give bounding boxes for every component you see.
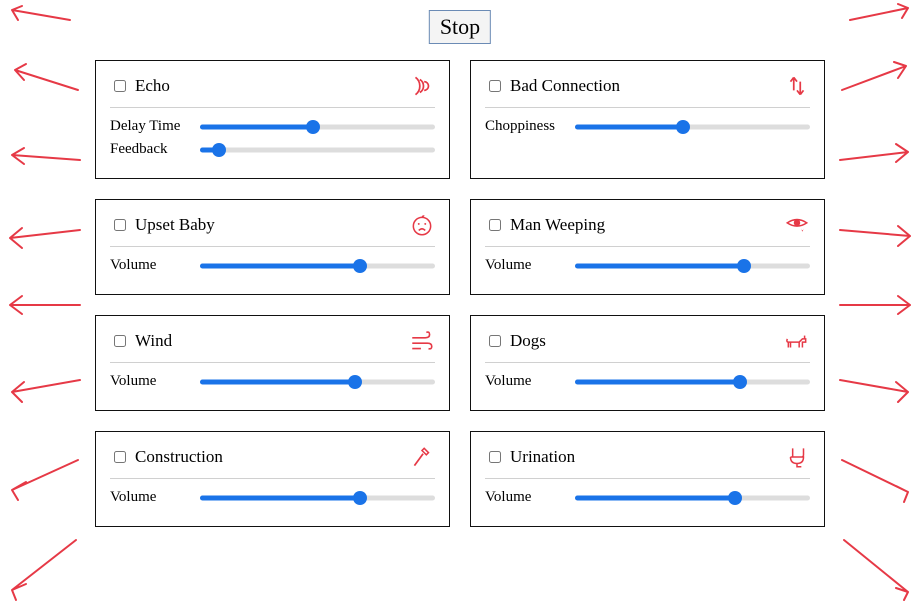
card-title-wrap[interactable]: Bad Connection: [485, 76, 620, 96]
enable-checkbox[interactable]: [114, 80, 126, 92]
slider[interactable]: [575, 374, 810, 390]
slider[interactable]: [200, 490, 435, 506]
card-title: Wind: [135, 331, 172, 351]
slider-row: Volume: [485, 257, 810, 274]
slider[interactable]: [200, 142, 435, 158]
slider-thumb[interactable]: [306, 120, 320, 134]
slider-fill: [575, 124, 683, 129]
upset-baby-icon: [409, 212, 435, 238]
enable-checkbox[interactable]: [489, 451, 501, 463]
card-title: Construction: [135, 447, 223, 467]
card-title: Man Weeping: [510, 215, 605, 235]
slider-row: Volume: [110, 257, 435, 274]
slider-thumb[interactable]: [353, 259, 367, 273]
card-title: Echo: [135, 76, 170, 96]
effect-card: Wind Volume: [95, 315, 450, 411]
slider-row: Volume: [485, 373, 810, 390]
effects-grid: Echo Delay Time Feedback Bad Connection Chop…: [95, 60, 825, 527]
enable-checkbox[interactable]: [114, 451, 126, 463]
decorative-arrows-right: [830, 0, 920, 613]
effect-card: Bad Connection Choppiness: [470, 60, 825, 179]
echo-icon: [409, 73, 435, 99]
enable-checkbox[interactable]: [489, 80, 501, 92]
stop-button[interactable]: Stop: [429, 10, 491, 44]
slider[interactable]: [575, 119, 810, 135]
slider-label: Volume: [110, 257, 190, 274]
enable-checkbox[interactable]: [114, 219, 126, 231]
effect-card: Dogs Volume: [470, 315, 825, 411]
slider-thumb[interactable]: [728, 491, 742, 505]
card-header: Man Weeping: [485, 212, 810, 247]
slider-fill: [575, 379, 740, 384]
slider-thumb[interactable]: [737, 259, 751, 273]
weeping-icon: [784, 212, 810, 238]
card-title-wrap[interactable]: Man Weeping: [485, 215, 605, 235]
card-header: Upset Baby: [110, 212, 435, 247]
card-header: Bad Connection: [485, 73, 810, 108]
slider-row: Choppiness: [485, 118, 810, 135]
slider-label: Delay Time: [110, 118, 190, 135]
enable-checkbox[interactable]: [114, 335, 126, 347]
slider-fill: [575, 263, 744, 268]
slider-label: Volume: [485, 257, 565, 274]
effect-card: Construction Volume: [95, 431, 450, 527]
card-header: Dogs: [485, 328, 810, 363]
hammer-icon: [409, 444, 435, 470]
slider-thumb[interactable]: [733, 375, 747, 389]
card-header: Wind: [110, 328, 435, 363]
slider-label: Volume: [485, 489, 565, 506]
slider-label: Feedback: [110, 141, 190, 158]
slider-fill: [200, 495, 360, 500]
slider-label: Volume: [110, 373, 190, 390]
card-title-wrap[interactable]: Construction: [110, 447, 223, 467]
slider-label: Choppiness: [485, 118, 565, 135]
slider[interactable]: [200, 258, 435, 274]
slider-thumb[interactable]: [212, 143, 226, 157]
card-title: Bad Connection: [510, 76, 620, 96]
card-title: Dogs: [510, 331, 546, 351]
enable-checkbox[interactable]: [489, 219, 501, 231]
effect-card: Urination Volume: [470, 431, 825, 527]
slider-thumb[interactable]: [353, 491, 367, 505]
effect-card: Upset Baby Volume: [95, 199, 450, 295]
wind-icon: [409, 328, 435, 354]
slider-row: Volume: [485, 489, 810, 506]
slider-fill: [200, 124, 313, 129]
decorative-arrows-left: [0, 0, 90, 613]
slider-row: Volume: [110, 489, 435, 506]
slider-row: Delay Time: [110, 118, 435, 135]
card-header: Construction: [110, 444, 435, 479]
slider-thumb[interactable]: [348, 375, 362, 389]
dog-icon: [784, 328, 810, 354]
card-header: Echo: [110, 73, 435, 108]
effect-card: Echo Delay Time Feedback: [95, 60, 450, 179]
card-title-wrap[interactable]: Echo: [110, 76, 170, 96]
slider[interactable]: [575, 490, 810, 506]
slider-row: Volume: [110, 373, 435, 390]
slider-thumb[interactable]: [676, 120, 690, 134]
slider-track: [200, 147, 435, 152]
card-title-wrap[interactable]: Wind: [110, 331, 172, 351]
slider[interactable]: [200, 119, 435, 135]
card-title-wrap[interactable]: Urination: [485, 447, 575, 467]
slider-label: Volume: [110, 489, 190, 506]
toilet-icon: [784, 444, 810, 470]
slider[interactable]: [200, 374, 435, 390]
slider[interactable]: [575, 258, 810, 274]
card-title-wrap[interactable]: Upset Baby: [110, 215, 215, 235]
slider-label: Volume: [485, 373, 565, 390]
slider-row: Feedback: [110, 141, 435, 158]
card-title: Upset Baby: [135, 215, 215, 235]
card-header: Urination: [485, 444, 810, 479]
slider-fill: [200, 263, 360, 268]
slider-fill: [575, 495, 735, 500]
enable-checkbox[interactable]: [489, 335, 501, 347]
slider-fill: [200, 379, 355, 384]
card-title-wrap[interactable]: Dogs: [485, 331, 546, 351]
card-title: Urination: [510, 447, 575, 467]
bad-connection-icon: [784, 73, 810, 99]
effect-card: Man Weeping Volume: [470, 199, 825, 295]
